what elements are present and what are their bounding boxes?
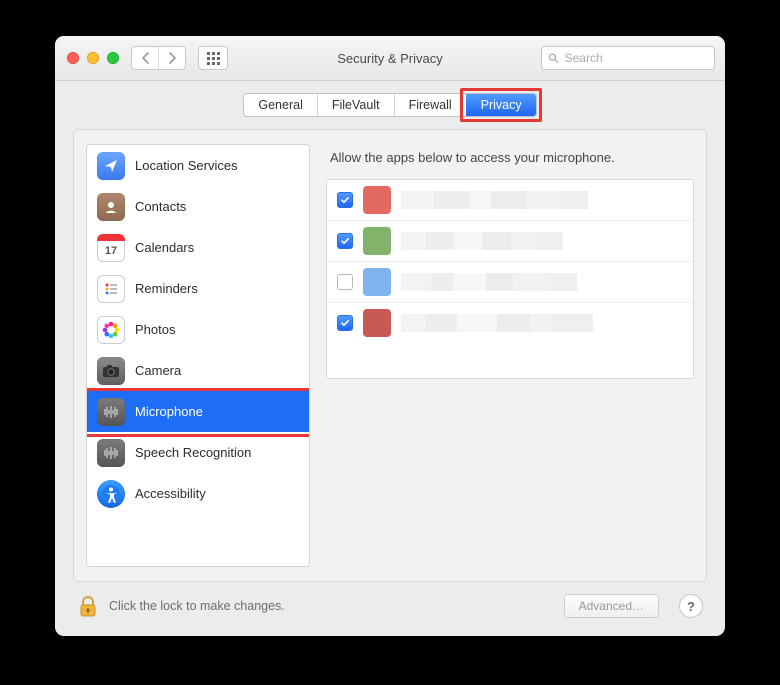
sidebar-item-reminders[interactable]: Reminders (87, 268, 309, 309)
nav-forward-button[interactable] (158, 47, 185, 69)
check-icon (340, 236, 350, 246)
sidebar-item-contacts[interactable]: Contacts (87, 186, 309, 227)
close-window[interactable] (67, 52, 79, 64)
location-arrow-icon (97, 152, 125, 180)
preferences-window: Security & Privacy GeneralFileVaultFirew… (55, 36, 725, 636)
camera-icon (97, 357, 125, 385)
app-name-redacted (401, 232, 683, 250)
speech-icon (97, 439, 125, 467)
app-permission-checkbox[interactable] (337, 274, 353, 290)
tab-firewall[interactable]: Firewall (394, 94, 466, 116)
check-icon (340, 318, 350, 328)
microphone-icon (97, 398, 125, 426)
chevron-right-icon (168, 52, 177, 64)
sidebar-item-label: Accessibility (135, 486, 206, 501)
contacts-icon (97, 193, 125, 221)
app-name-redacted (401, 191, 683, 209)
reminders-icon (97, 275, 125, 303)
app-row (327, 220, 693, 261)
app-permission-checkbox[interactable] (337, 315, 353, 331)
app-permission-checkbox[interactable] (337, 192, 353, 208)
app-row (327, 180, 693, 220)
advanced-button[interactable]: Advanced… (564, 594, 659, 618)
search-input[interactable] (563, 50, 708, 66)
app-row (327, 261, 693, 302)
search-field[interactable] (541, 46, 715, 70)
content-panel: Location Services Contacts 17 Calendars Remi… (73, 129, 707, 582)
sidebar-item-label: Reminders (135, 281, 198, 296)
titlebar: Security & Privacy (55, 36, 725, 81)
sidebar-item-location-services[interactable]: Location Services (87, 145, 309, 186)
sidebar-item-camera[interactable]: Camera (87, 350, 309, 391)
accessibility-icon (97, 480, 125, 508)
app-name-redacted (401, 314, 683, 332)
sidebar-item-label: Contacts (135, 199, 186, 214)
privacy-category-list: Location Services Contacts 17 Calendars Remi… (86, 144, 310, 567)
sidebar-item-label: Calendars (135, 240, 194, 255)
app-icon (363, 227, 391, 255)
help-button[interactable]: ? (679, 594, 703, 618)
sidebar-item-calendars[interactable]: 17 Calendars (87, 227, 309, 268)
photos-icon (97, 316, 125, 344)
app-permission-checkbox[interactable] (337, 233, 353, 249)
chevron-left-icon (141, 52, 150, 64)
lock-button[interactable] (77, 593, 99, 619)
sidebar-item-speech-recognition[interactable]: Speech Recognition (87, 432, 309, 473)
zoom-window[interactable] (107, 52, 119, 64)
app-name-redacted (401, 273, 683, 291)
tab-privacy[interactable]: Privacy (466, 94, 536, 116)
sidebar-item-accessibility[interactable]: Accessibility (87, 473, 309, 514)
sidebar-item-label: Photos (135, 322, 175, 337)
tabs-bar: GeneralFileVaultFirewallPrivacy (55, 81, 725, 117)
show-all-button[interactable] (198, 46, 228, 70)
lock-icon (78, 595, 98, 619)
detail-header: Allow the apps below to access your micr… (326, 144, 694, 179)
tab-general[interactable]: General (244, 94, 316, 116)
check-icon (340, 195, 350, 205)
sidebar-item-microphone[interactable]: Microphone (87, 391, 309, 432)
sidebar-item-label: Speech Recognition (135, 445, 251, 460)
sidebar-item-label: Microphone (135, 404, 203, 419)
search-icon (548, 52, 559, 64)
footer: Click the lock to make changes. Advanced… (55, 582, 725, 636)
window-controls (67, 52, 119, 64)
detail-pane: Allow the apps below to access your micr… (326, 144, 694, 567)
app-icon (363, 186, 391, 214)
app-row (327, 302, 693, 343)
nav-back-button[interactable] (132, 47, 158, 69)
nav-back-forward (131, 46, 186, 70)
tab-filevault[interactable]: FileVault (317, 94, 394, 116)
app-permissions-list (326, 179, 694, 379)
grid-icon (207, 52, 220, 65)
app-icon (363, 268, 391, 296)
calendar-icon: 17 (97, 234, 125, 262)
app-icon (363, 309, 391, 337)
minimize-window[interactable] (87, 52, 99, 64)
tabs-segmented-control: GeneralFileVaultFirewallPrivacy (243, 93, 536, 117)
sidebar-item-label: Camera (135, 363, 181, 378)
sidebar-item-label: Location Services (135, 158, 238, 173)
sidebar-item-photos[interactable]: Photos (87, 309, 309, 350)
lock-hint-text: Click the lock to make changes. (109, 599, 285, 613)
